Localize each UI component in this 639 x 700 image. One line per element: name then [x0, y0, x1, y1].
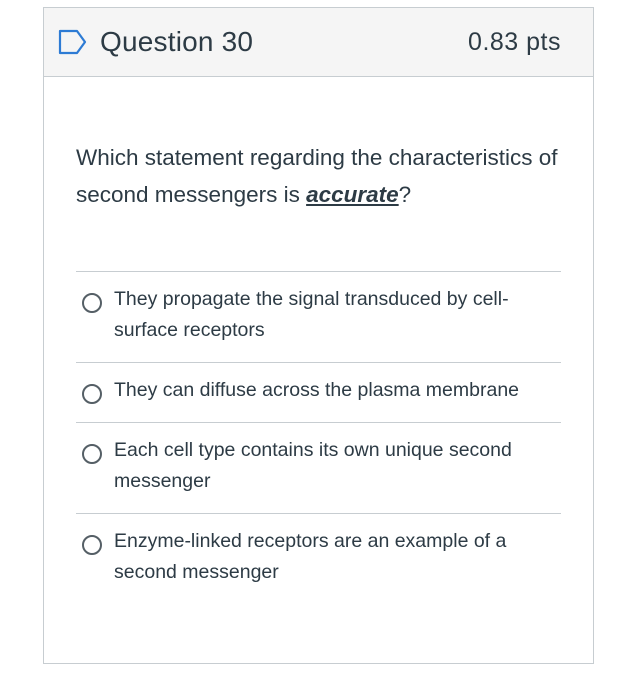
flag-outline-icon[interactable] [58, 29, 88, 55]
answer-option-1[interactable]: They propagate the signal transduced by … [76, 272, 561, 363]
header-left: Question 30 [58, 26, 253, 58]
question-points: 0.83 pts [468, 27, 561, 56]
answer-label: Each cell type contains its own unique s… [114, 439, 512, 492]
answer-option-4[interactable]: Enzyme-linked receptors are an example o… [76, 514, 561, 604]
answer-option-2[interactable]: They can diffuse across the plasma membr… [76, 363, 561, 423]
answer-label: They propagate the signal transduced by … [114, 288, 509, 341]
question-text-after: ? [398, 182, 412, 207]
radio-button[interactable] [82, 384, 102, 404]
answer-label: Enzyme-linked receptors are an example o… [114, 530, 507, 583]
question-body: Which statement regarding the characteri… [44, 77, 593, 604]
radio-button[interactable] [82, 444, 102, 464]
answer-option-3[interactable]: Each cell type contains its own unique s… [76, 423, 561, 514]
answer-list: They propagate the signal transduced by … [76, 271, 561, 604]
question-header: Question 30 0.83 pts [44, 8, 593, 77]
radio-button[interactable] [82, 535, 102, 555]
radio-button[interactable] [82, 293, 102, 313]
question-text: Which statement regarding the characteri… [76, 139, 561, 213]
question-card: Question 30 0.83 pts Which statement reg… [43, 7, 594, 664]
answer-label: They can diffuse across the plasma membr… [114, 379, 520, 401]
question-text-emphasis: accurate [306, 182, 399, 207]
question-title: Question 30 [100, 26, 254, 57]
